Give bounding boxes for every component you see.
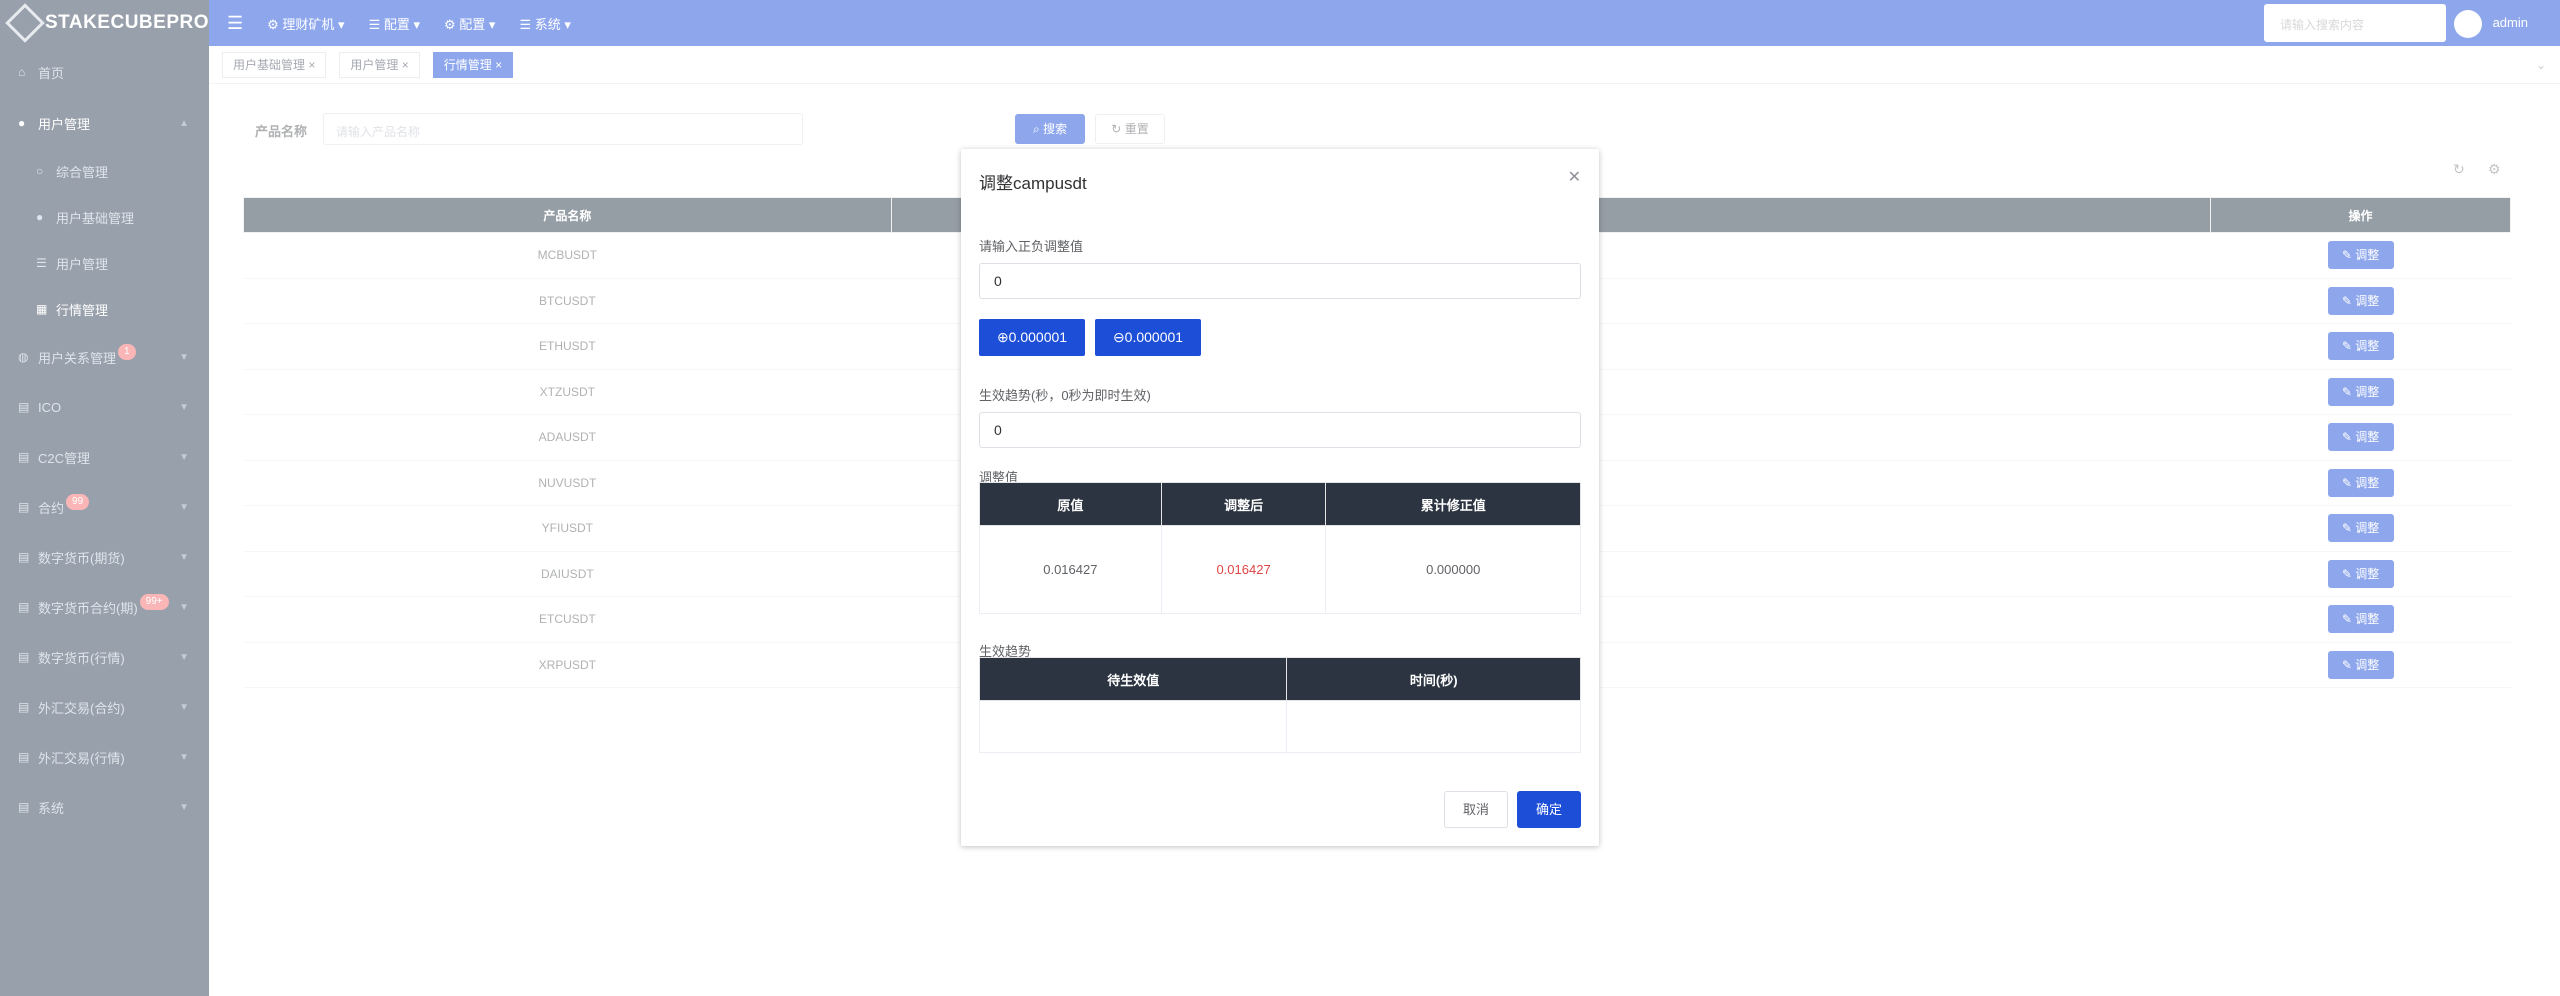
adjust-label: 请输入正负调整值 xyxy=(979,239,1084,254)
col-header: 调整后 xyxy=(1160,482,1327,526)
effect-seconds-input[interactable]: 0 xyxy=(979,412,1581,448)
original-value: 0.016427 xyxy=(979,525,1162,614)
increment-button[interactable]: ⊕0.000001 xyxy=(979,319,1085,356)
adjust-table: 原值 调整后 累计修正值 0.016427 0.016427 0.000000 xyxy=(979,482,1581,614)
dialog-title: 调整campusdt xyxy=(979,174,1087,193)
decrement-button[interactable]: ⊖0.000001 xyxy=(1095,319,1201,356)
adjust-dialog: 调整campusdt ✕ 请输入正负调整值 0 ⊕0.000001 ⊖0.000… xyxy=(961,149,1599,846)
adjust-value-input[interactable]: 0 xyxy=(979,263,1581,299)
col-header: 时间(秒) xyxy=(1286,657,1581,701)
table-row: 0.016427 0.016427 0.000000 xyxy=(979,525,1581,614)
cancel-button[interactable]: 取消 xyxy=(1444,791,1508,828)
table-row xyxy=(978,700,1581,753)
effect-label: 生效趋势(秒，0秒为即时生效) xyxy=(979,388,1151,403)
cumulative-value: 0.000000 xyxy=(1325,525,1581,614)
effect-table: 待生效值 时间(秒) xyxy=(978,657,1581,753)
close-icon[interactable]: ✕ xyxy=(1568,167,1581,187)
adjusted-value: 0.016427 xyxy=(1160,525,1327,614)
confirm-button[interactable]: 确定 xyxy=(1517,791,1581,828)
col-header: 原值 xyxy=(979,482,1162,526)
col-header: 累计修正值 xyxy=(1325,482,1581,526)
col-header: 待生效值 xyxy=(978,657,1288,701)
